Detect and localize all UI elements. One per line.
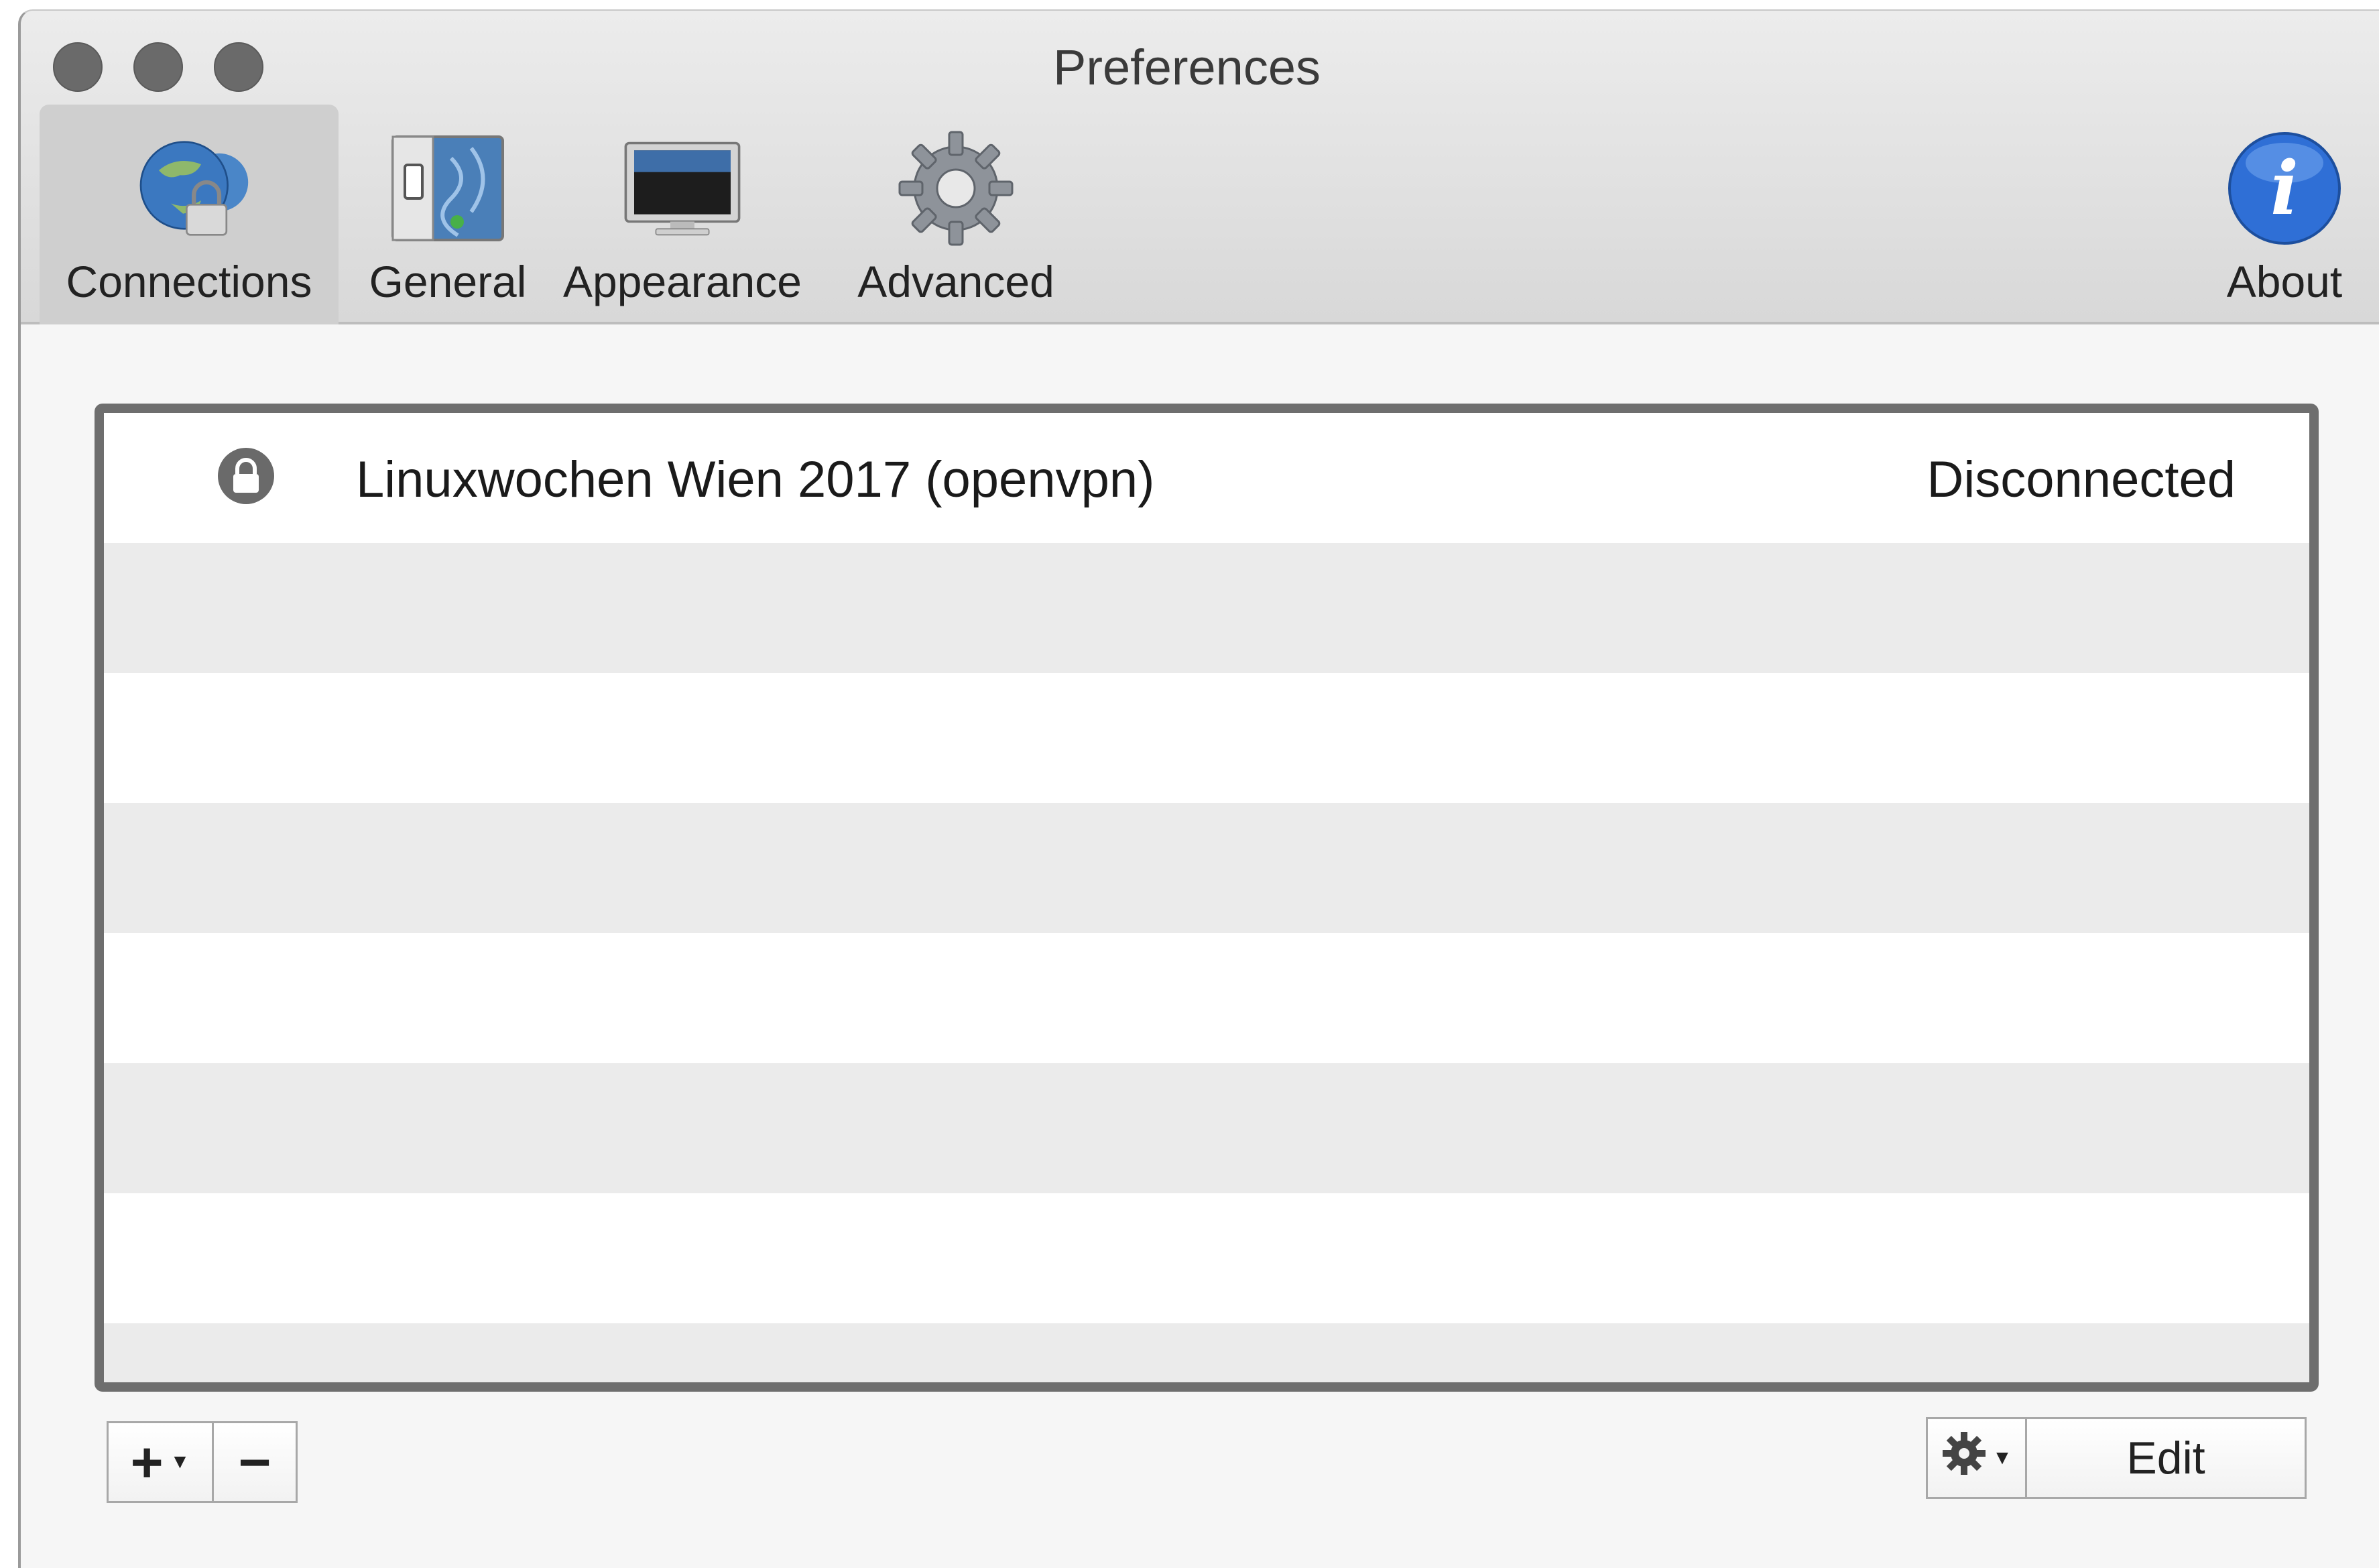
empty-row bbox=[104, 1063, 2309, 1193]
empty-row bbox=[104, 933, 2309, 1063]
toolbar-advanced-label: Advanced bbox=[857, 257, 1054, 306]
toolbar-connections[interactable]: Connections bbox=[40, 105, 339, 324]
toolbar-about-label: About bbox=[2226, 257, 2343, 306]
minus-icon: − bbox=[238, 1430, 271, 1494]
close-window-button[interactable] bbox=[53, 42, 103, 92]
monitor-icon bbox=[622, 131, 743, 245]
zoom-window-button[interactable] bbox=[214, 42, 263, 92]
add-connection-button[interactable]: + ▼ bbox=[107, 1421, 214, 1503]
empty-row bbox=[104, 803, 2309, 933]
toolbar-general-label: General bbox=[369, 257, 527, 306]
toolbar-appearance-label: Appearance bbox=[563, 257, 802, 306]
minimize-window-button[interactable] bbox=[133, 42, 183, 92]
empty-row bbox=[104, 1193, 2309, 1323]
connections-list[interactable]: Linuxwochen Wien 2017 (openvpn) Disconne… bbox=[95, 404, 2319, 1392]
info-icon: i bbox=[2224, 131, 2345, 245]
chevron-down-icon: ▼ bbox=[1992, 1447, 2012, 1469]
svg-text:i: i bbox=[2270, 145, 2299, 231]
window-title: Preferences bbox=[1053, 40, 1321, 95]
plus-icon: + bbox=[130, 1430, 164, 1494]
switch-panel-icon bbox=[387, 131, 508, 245]
lock-icon bbox=[218, 448, 274, 504]
titlebar-toolbar: Preferences Connections General Appearan… bbox=[21, 11, 2379, 324]
remove-connection-button[interactable]: − bbox=[212, 1421, 298, 1503]
empty-row bbox=[104, 543, 2309, 673]
edit-button[interactable]: Edit bbox=[2025, 1417, 2307, 1499]
connection-name: Linuxwochen Wien 2017 (openvpn) bbox=[356, 451, 1155, 508]
chevron-down-icon: ▼ bbox=[170, 1451, 190, 1473]
preferences-window: Preferences Connections General Appearan… bbox=[18, 9, 2379, 1568]
toolbar-appearance[interactable]: Appearance bbox=[552, 105, 813, 324]
globe-lock-icon bbox=[129, 131, 249, 245]
toolbar-general[interactable]: General bbox=[351, 105, 545, 324]
gear-icon bbox=[1941, 1431, 1987, 1486]
empty-row bbox=[104, 1323, 2309, 1382]
empty-row bbox=[104, 673, 2309, 803]
action-menu-button[interactable]: ▼ bbox=[1926, 1417, 2028, 1499]
toolbar-advanced[interactable]: Advanced bbox=[839, 105, 1073, 324]
toolbar-connections-label: Connections bbox=[66, 257, 312, 306]
connection-row[interactable]: Linuxwochen Wien 2017 (openvpn) Disconne… bbox=[104, 413, 2309, 543]
connection-status: Disconnected bbox=[1927, 451, 2236, 508]
gear-icon bbox=[896, 131, 1016, 246]
toolbar-about[interactable]: i About bbox=[2207, 105, 2362, 324]
